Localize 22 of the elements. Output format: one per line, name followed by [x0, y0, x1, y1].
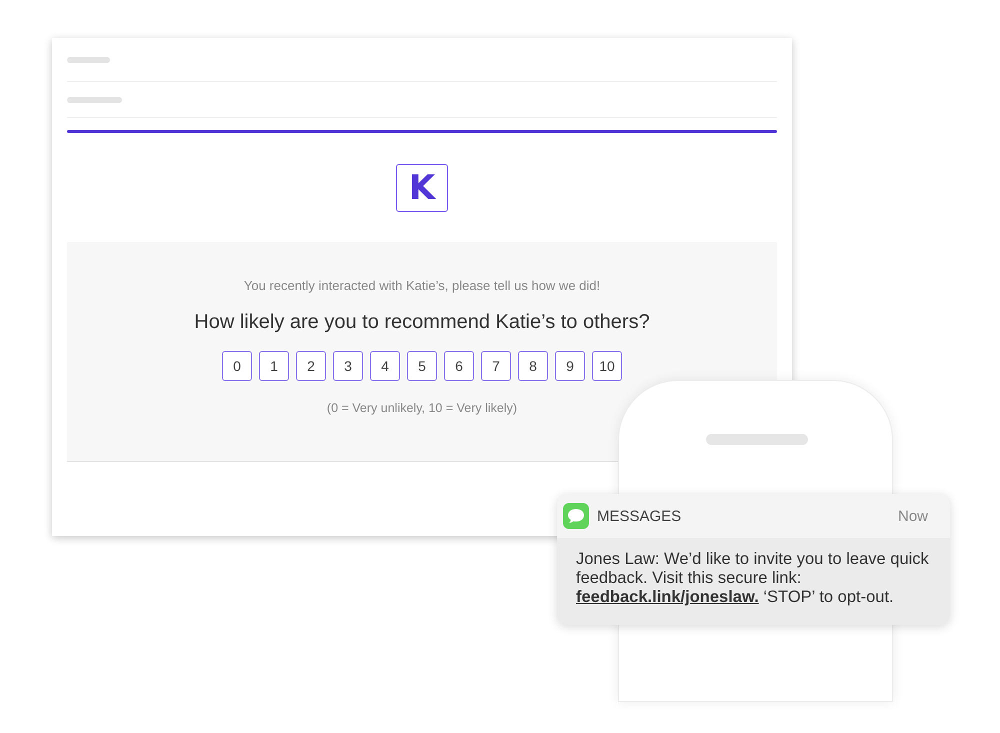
score-button[interactable]: 7	[481, 351, 511, 381]
score-button[interactable]: 8	[518, 351, 548, 381]
app-name: MESSAGES	[597, 508, 682, 524]
intro-text: You recently interacted with Katie’s, please tell us how we did!	[244, 278, 600, 293]
score-button[interactable]: 1	[259, 351, 289, 381]
skeleton-line	[67, 96, 122, 102]
scale-legend: (0 = Very unlikely, 10 = Very likely)	[326, 401, 518, 415]
feedback-link[interactable]: feedback.link/joneslaw.	[576, 588, 759, 606]
score-button[interactable]: 3	[333, 351, 363, 381]
logo: K	[396, 164, 448, 212]
score-button[interactable]: 5	[407, 351, 437, 381]
score-button[interactable]: 6	[444, 351, 474, 381]
messages-icon	[563, 503, 589, 529]
score-button[interactable]: 2	[296, 351, 326, 381]
skeleton-line	[67, 56, 110, 62]
message-text: Jones Law: We’d like to invite you to leave quick feedback. Visit this secure link: feedback.link/joneslaw. ‘STOP’ to opt-out.	[575, 549, 930, 608]
score-button[interactable]: 10	[592, 351, 622, 381]
score-button[interactable]: 4	[370, 351, 400, 381]
question-text: How likely are you to recommend Katie’s to others?	[194, 311, 650, 334]
score-button[interactable]: 9	[555, 351, 585, 381]
score-button[interactable]: 0	[222, 351, 252, 381]
notification-time: Now	[898, 508, 928, 524]
